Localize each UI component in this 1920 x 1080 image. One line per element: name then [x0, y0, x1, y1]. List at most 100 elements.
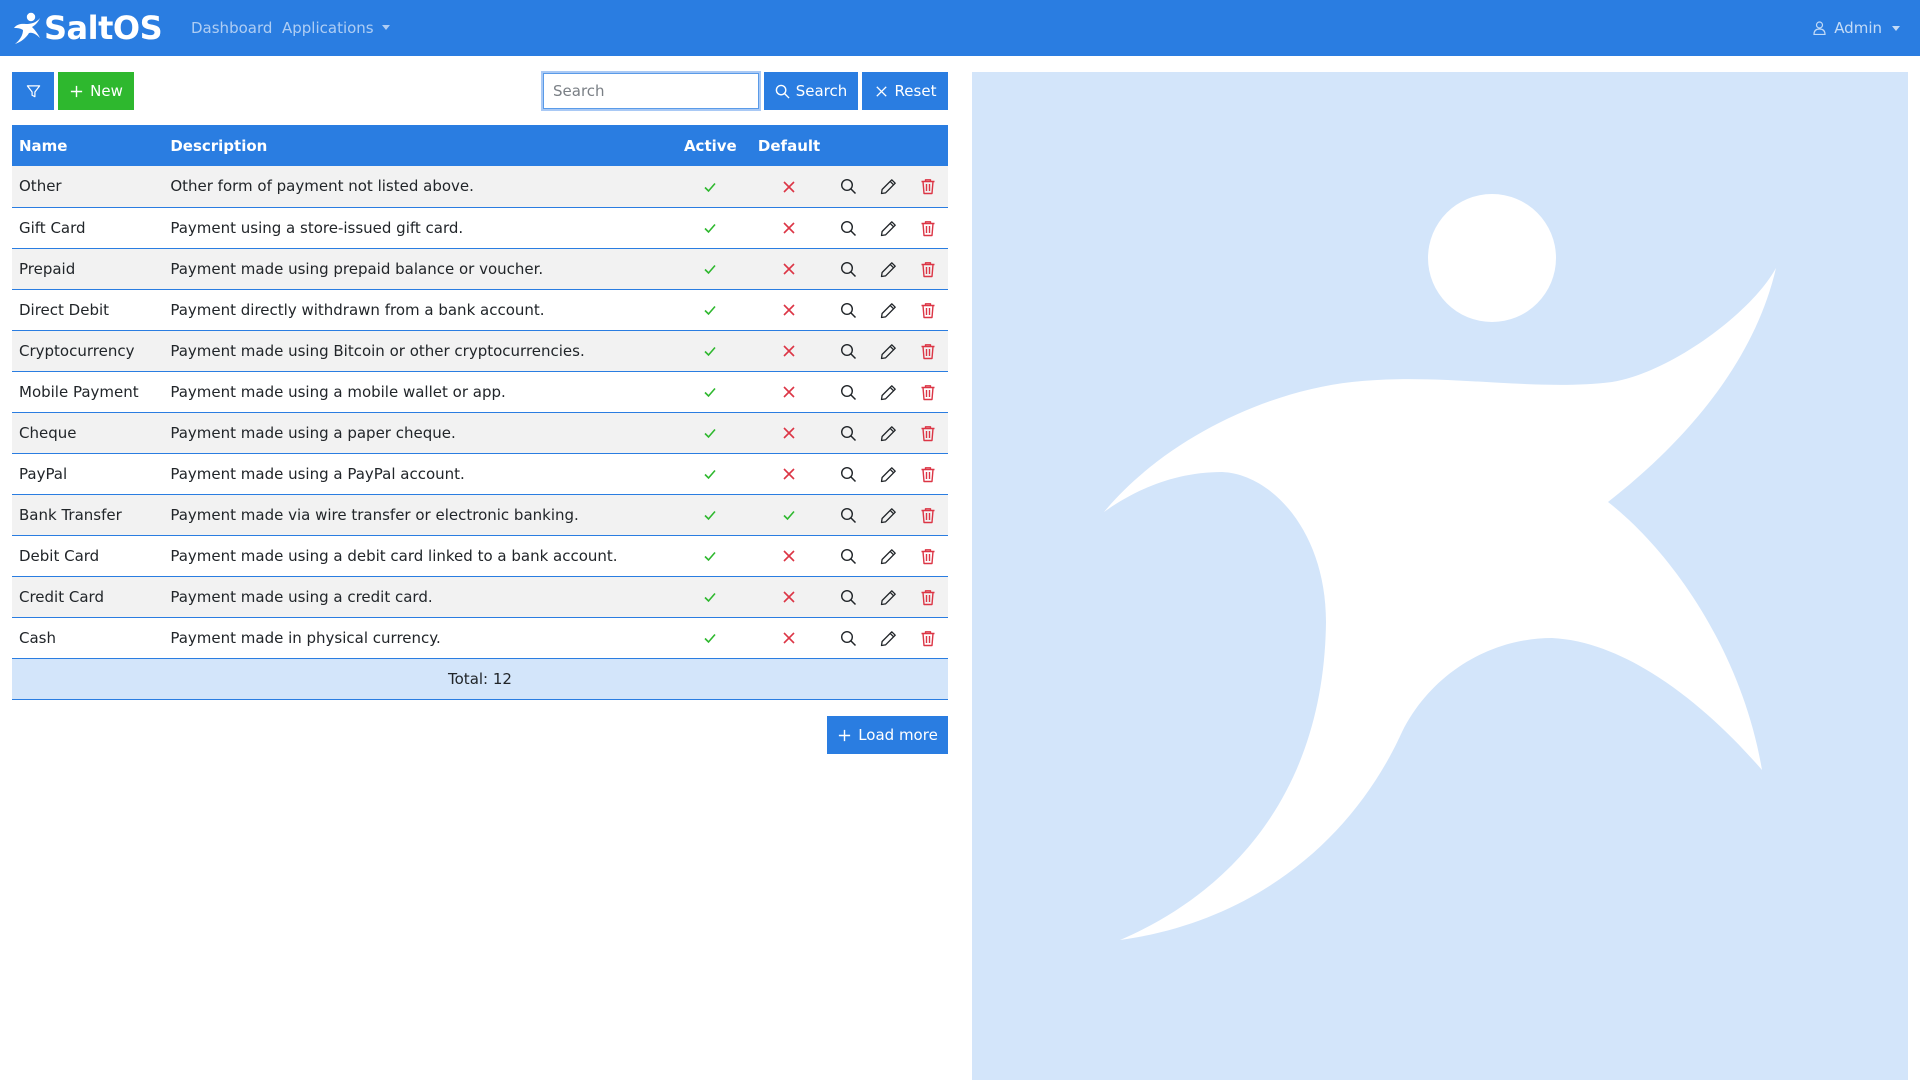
edit-button[interactable] — [869, 617, 909, 658]
table-row[interactable]: PayPal Payment made using a PayPal accoun… — [12, 453, 948, 494]
table-row[interactable]: Cryptocurrency Payment made using Bitcoin… — [12, 330, 948, 371]
delete-button[interactable] — [908, 453, 948, 494]
cell-description: Payment made using a mobile wallet or ap… — [170, 382, 506, 401]
table-row[interactable]: Debit Card Payment made using a debit car… — [12, 535, 948, 576]
new-button[interactable]: New — [58, 72, 134, 110]
check-icon — [704, 428, 716, 439]
pencil-icon — [880, 302, 896, 318]
view-button[interactable] — [829, 535, 869, 576]
nav-applications-dropdown[interactable]: Applications — [282, 0, 390, 56]
magnifier-icon — [841, 630, 857, 646]
table-row[interactable]: Mobile Payment Payment made using a mobil… — [12, 371, 948, 412]
top-navbar: SaltOS Dashboard Applications Admin — [0, 0, 1920, 56]
filter-button[interactable] — [12, 72, 54, 110]
edit-button[interactable] — [869, 248, 909, 289]
cell-default — [749, 207, 829, 248]
table-row[interactable]: Other Other form of payment not listed ab… — [12, 166, 948, 207]
load-more-button[interactable]: Load more — [827, 716, 948, 754]
table-row[interactable]: Bank Transfer Payment made via wire trans… — [12, 494, 948, 535]
delete-button[interactable] — [908, 289, 948, 330]
delete-button[interactable] — [908, 412, 948, 453]
edit-button[interactable] — [869, 535, 909, 576]
search-button[interactable]: Search — [764, 72, 858, 110]
brand-logo[interactable]: SaltOS — [12, 8, 163, 48]
table-row[interactable]: Credit Card Payment made using a credit c… — [12, 576, 948, 617]
delete-button[interactable] — [908, 248, 948, 289]
column-header-default[interactable]: Default — [749, 125, 829, 166]
view-button[interactable] — [829, 371, 869, 412]
column-header-name[interactable]: Name — [12, 125, 163, 166]
view-button[interactable] — [829, 576, 869, 617]
table-row[interactable]: Cash Payment made in physical currency. — [12, 617, 948, 658]
cell-active — [672, 576, 750, 617]
cell-description: Payment using a store-issued gift card. — [170, 218, 464, 237]
magnifier-icon — [841, 384, 857, 400]
x-icon — [783, 345, 795, 357]
magnifier-icon — [841, 179, 857, 195]
cell-active — [672, 412, 750, 453]
delete-button[interactable] — [908, 535, 948, 576]
new-button-label: New — [90, 82, 123, 100]
edit-button[interactable] — [869, 371, 909, 412]
delete-button[interactable] — [908, 166, 948, 207]
delete-button[interactable] — [908, 330, 948, 371]
check-icon — [704, 346, 716, 357]
view-button[interactable] — [829, 494, 869, 535]
pencil-icon — [880, 466, 896, 482]
column-header-active[interactable]: Active — [672, 125, 750, 166]
view-button[interactable] — [829, 207, 869, 248]
x-icon — [783, 263, 795, 275]
trash-icon — [921, 179, 935, 195]
user-menu[interactable]: Admin — [1813, 0, 1900, 56]
table-row[interactable]: Gift Card Payment using a store-issued gi… — [12, 207, 948, 248]
column-header-description[interactable]: Description — [163, 125, 671, 166]
cell-active — [672, 535, 750, 576]
magnifier-icon — [841, 507, 857, 523]
table-row[interactable]: Prepaid Payment made using prepaid balanc… — [12, 248, 948, 289]
x-icon — [783, 427, 795, 439]
cell-default — [749, 248, 829, 289]
edit-button[interactable] — [869, 576, 909, 617]
cell-active — [672, 371, 750, 412]
cell-name: Gift Card — [19, 218, 86, 237]
delete-button[interactable] — [908, 494, 948, 535]
edit-button[interactable] — [869, 453, 909, 494]
view-button[interactable] — [829, 330, 869, 371]
delete-button[interactable] — [908, 207, 948, 248]
edit-button[interactable] — [869, 166, 909, 207]
table-row[interactable]: Cheque Payment made using a paper cheque. — [12, 412, 948, 453]
delete-button[interactable] — [908, 371, 948, 412]
table-row[interactable]: Direct Debit Payment directly withdrawn f… — [12, 289, 948, 330]
delete-button[interactable] — [908, 617, 948, 658]
search-input[interactable] — [541, 71, 761, 111]
user-name: Admin — [1834, 19, 1882, 37]
x-icon — [783, 304, 795, 316]
reset-button[interactable]: Reset — [862, 72, 948, 110]
edit-button[interactable] — [869, 207, 909, 248]
nav-dashboard[interactable]: Dashboard — [191, 0, 272, 56]
cell-description: Payment made using prepaid balance or vo… — [170, 259, 544, 278]
cell-description: Payment made using a debit card linked t… — [170, 546, 618, 565]
view-button[interactable] — [829, 248, 869, 289]
cell-name: Credit Card — [19, 587, 104, 606]
edit-button[interactable] — [869, 289, 909, 330]
pencil-icon — [880, 507, 896, 523]
magnifier-icon — [841, 343, 857, 359]
cell-name: Cheque — [19, 423, 77, 442]
edit-button[interactable] — [869, 494, 909, 535]
column-header-edit — [869, 125, 909, 166]
chevron-down-icon — [381, 25, 390, 30]
cell-description: Other form of payment not listed above. — [170, 177, 474, 196]
view-button[interactable] — [829, 412, 869, 453]
view-button[interactable] — [829, 166, 869, 207]
delete-button[interactable] — [908, 576, 948, 617]
cell-name: Direct Debit — [19, 300, 110, 319]
view-button[interactable] — [829, 617, 869, 658]
view-button[interactable] — [829, 289, 869, 330]
edit-button[interactable] — [869, 330, 909, 371]
trash-icon — [921, 384, 935, 400]
check-icon — [704, 305, 716, 316]
cell-active — [672, 453, 750, 494]
view-button[interactable] — [829, 453, 869, 494]
edit-button[interactable] — [869, 412, 909, 453]
